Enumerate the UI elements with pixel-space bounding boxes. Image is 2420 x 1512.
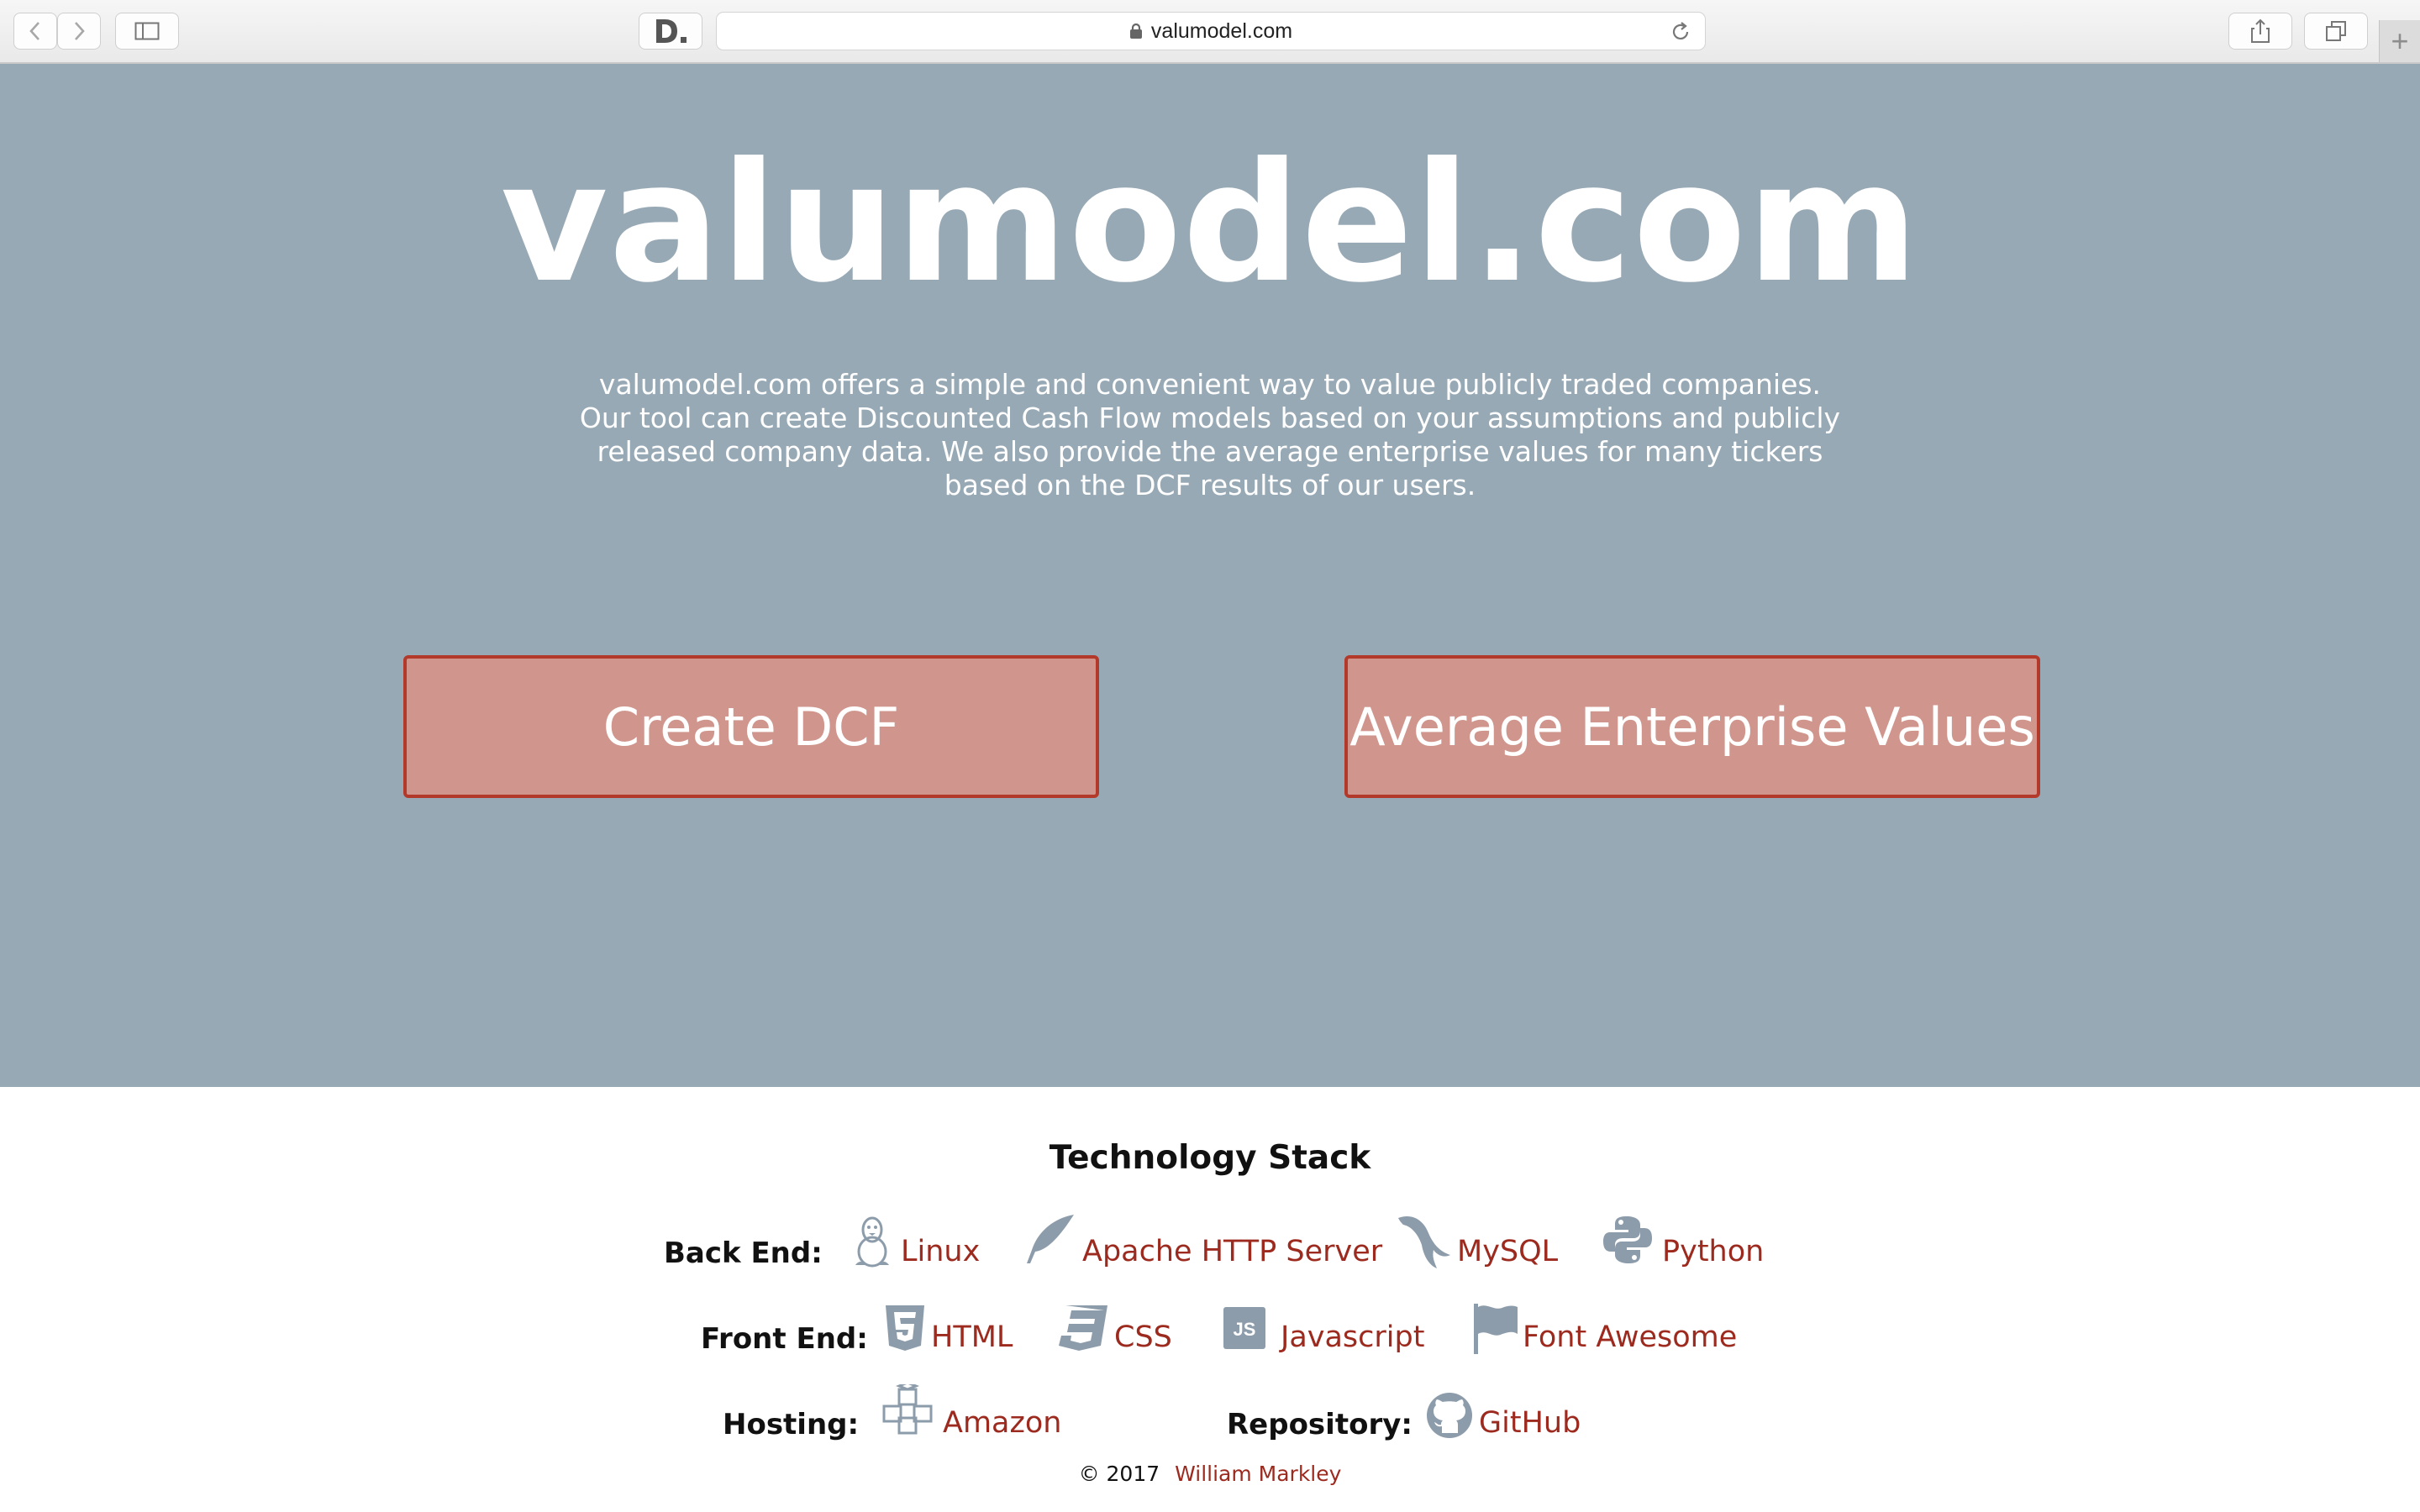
hero-section: valumodel.com valumodel.com offers a sim…: [0, 64, 2420, 1087]
css-link[interactable]: CSS: [1114, 1320, 1172, 1354]
python-icon: [1603, 1215, 1652, 1268]
average-enterprise-values-button[interactable]: Average Enterprise Values: [1344, 655, 2040, 798]
repository-label: Repository:: [1227, 1408, 1413, 1441]
mysql-dolphin-icon: [1395, 1211, 1454, 1273]
javascript-link[interactable]: Javascript: [1281, 1320, 1424, 1354]
address-bar[interactable]: valumodel.com: [716, 12, 1706, 50]
github-link[interactable]: GitHub: [1479, 1406, 1581, 1440]
copyright: © 2017 William Markley: [0, 1462, 2420, 1486]
js-icon: JS: [1223, 1307, 1265, 1352]
new-tab-button[interactable]: +: [2379, 20, 2420, 62]
extension-icon: [656, 19, 687, 43]
cubes-icon: [881, 1381, 934, 1438]
python-link[interactable]: Python: [1662, 1235, 1764, 1268]
linux-link[interactable]: Linux: [901, 1235, 980, 1268]
amazon-link[interactable]: Amazon: [943, 1406, 1061, 1440]
font-awesome-link[interactable]: Font Awesome: [1523, 1320, 1737, 1354]
forward-button[interactable]: [57, 13, 101, 50]
share-icon: [2251, 18, 2270, 43]
site-title: valumodel.com: [500, 128, 1920, 319]
back-end-label: Back End:: [664, 1236, 823, 1270]
html-link[interactable]: HTML: [931, 1320, 1013, 1354]
apache-link[interactable]: Apache HTTP Server: [1082, 1235, 1382, 1268]
copyright-text: © 2017: [1078, 1462, 1160, 1486]
front-end-label: Front End:: [701, 1322, 868, 1356]
browser-toolbar: valumodel.com +: [0, 0, 2420, 64]
tabs-button[interactable]: [2304, 13, 2368, 50]
intro-text: valumodel.com offers a simple and conven…: [579, 368, 1841, 501]
sidebar-button[interactable]: [115, 13, 179, 50]
lock-icon: [1129, 23, 1142, 39]
hosting-label: Hosting:: [723, 1408, 860, 1441]
css3-icon: [1055, 1304, 1109, 1356]
reload-icon[interactable]: [1670, 21, 1691, 43]
tabs-icon: [2326, 21, 2346, 41]
sidebar-icon: [134, 22, 160, 40]
create-dcf-button[interactable]: Create DCF: [403, 655, 1099, 798]
feather-icon: [1022, 1213, 1077, 1270]
extension-button[interactable]: [639, 13, 702, 50]
author-link[interactable]: William Markley: [1175, 1462, 1341, 1486]
svg-text:JS: JS: [1234, 1319, 1256, 1340]
forward-icon: [75, 22, 85, 40]
back-button[interactable]: [13, 13, 57, 50]
back-icon: [29, 22, 39, 40]
url-text: valumodel.com: [1150, 18, 1293, 43]
share-button[interactable]: [2228, 13, 2292, 50]
flag-icon: [1472, 1302, 1519, 1359]
linux-icon: [849, 1215, 896, 1273]
footer: Technology Stack Back End: Linux Apache …: [0, 1087, 2420, 1512]
technology-stack-title: Technology Stack: [1049, 1139, 1371, 1177]
html5-icon: [884, 1304, 926, 1356]
github-icon: [1425, 1391, 1474, 1443]
mysql-link[interactable]: MySQL: [1457, 1235, 1558, 1268]
